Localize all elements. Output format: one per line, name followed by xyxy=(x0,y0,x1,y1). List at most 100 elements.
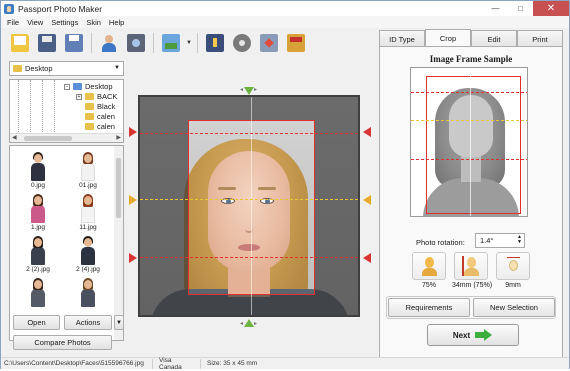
bottom-center-marker-icon[interactable] xyxy=(244,319,254,327)
new-selection-button[interactable]: New Selection xyxy=(473,298,555,317)
layout-button[interactable] xyxy=(283,30,309,56)
film-icon xyxy=(233,34,251,52)
head-size-button[interactable] xyxy=(412,252,446,280)
thumbnail-item[interactable]: 01.jpg xyxy=(66,151,110,189)
tree-horizontal-scrollbar[interactable]: ◀ ▶ xyxy=(10,133,123,142)
tab-print[interactable]: Print xyxy=(517,30,563,47)
thumbnail-image xyxy=(79,235,97,265)
tree-item-back[interactable]: + BACK xyxy=(76,92,117,101)
folder-tree[interactable]: − Desktop + BACK Black calen calen ◀ ▶ xyxy=(9,79,124,143)
chevron-down-icon[interactable]: ▼ xyxy=(185,30,193,56)
help-book-button[interactable] xyxy=(202,30,228,56)
status-bar: C:\Users\Content\Desktop\Faces\515596766… xyxy=(1,357,569,371)
eye-marker-right-icon[interactable] xyxy=(363,195,371,205)
scrollbar-thumb[interactable] xyxy=(24,136,72,141)
arrow-right-icon[interactable]: ▸ xyxy=(254,87,257,93)
portrait-photo xyxy=(140,97,358,315)
arrow-right-icon[interactable]: ▸ xyxy=(254,321,257,327)
chevron-down-icon: ▼ xyxy=(114,65,120,71)
window-title: Passport Photo Maker xyxy=(18,3,103,14)
sample-title: Image Frame Sample xyxy=(429,54,513,64)
thumbnail-image xyxy=(79,277,97,307)
location-dropdown[interactable]: Desktop ▼ xyxy=(9,61,124,76)
arrow-left-icon[interactable]: ◂ xyxy=(240,321,243,327)
collapse-icon[interactable]: − xyxy=(64,83,70,90)
photo-preview[interactable] xyxy=(138,95,360,317)
thumbnail-item[interactable]: 0.jpg xyxy=(16,151,60,189)
head-measure-icon xyxy=(462,256,480,276)
maximize-button[interactable]: □ xyxy=(508,1,533,16)
menu-help[interactable]: Help xyxy=(105,18,128,27)
thumbnail-item[interactable]: 11.jpg xyxy=(66,193,110,231)
arrow-left-icon[interactable]: ◂ xyxy=(240,87,243,93)
thumbnail-image xyxy=(29,277,47,307)
next-button[interactable]: Next xyxy=(427,324,519,346)
menu-file[interactable]: File xyxy=(1,18,23,27)
crop-tab-content: Image Frame Sample Photo rotation: 1.4° … xyxy=(379,46,563,359)
actions-button[interactable]: Actions xyxy=(64,315,112,330)
video-button[interactable] xyxy=(229,30,255,56)
tab-id-type[interactable]: ID Type xyxy=(379,30,425,47)
save-button[interactable] xyxy=(34,30,60,56)
open-folder-icon xyxy=(11,34,29,52)
chin-marker-right-icon[interactable] xyxy=(363,253,371,263)
book-icon xyxy=(206,34,224,52)
tree-item-label: BACK xyxy=(97,92,118,101)
thumbnail-label: 11.jpg xyxy=(79,224,97,231)
requirements-button[interactable]: Requirements xyxy=(388,298,470,317)
image-frame-sample xyxy=(410,67,528,217)
open-folder-button[interactable] xyxy=(7,30,33,56)
crown-marker-left-icon[interactable] xyxy=(129,127,137,137)
tree-item-label: Black xyxy=(97,102,116,111)
sample-center-line xyxy=(470,68,471,216)
scroll-right-icon[interactable]: ▶ xyxy=(116,134,121,141)
print-button[interactable] xyxy=(61,30,87,56)
compare-photos-button[interactable]: Compare Photos xyxy=(13,335,112,350)
head-measure-button[interactable] xyxy=(454,252,488,280)
thumbnail-image xyxy=(79,193,97,223)
eye-marker-left-icon[interactable] xyxy=(129,195,137,205)
tree-item-black[interactable]: Black xyxy=(85,102,115,111)
thumbnail-item[interactable] xyxy=(66,277,110,308)
crown-marker-right-icon[interactable] xyxy=(363,127,371,137)
expand-icon[interactable]: + xyxy=(76,93,82,100)
chin-marker-left-icon[interactable] xyxy=(129,253,137,263)
tab-edit[interactable]: Edit xyxy=(471,30,517,47)
person-button[interactable] xyxy=(96,30,122,56)
menu-view[interactable]: View xyxy=(23,18,47,27)
photo-enhance-icon xyxy=(162,34,180,52)
status-file-path: C:\Users\Content\Desktop\Faces\515596766… xyxy=(1,358,153,369)
actions-menu-button[interactable]: ▼ xyxy=(114,315,124,330)
tree-item-desktop[interactable]: − Desktop xyxy=(64,82,113,91)
print-icon xyxy=(65,34,83,52)
tree-item-calen-2[interactable]: calen xyxy=(85,122,115,131)
thumbnail-item[interactable]: 2 (4).jpg xyxy=(66,235,110,273)
thumbnail-list[interactable]: 0.jpg 01.jpg 1.jpg 11.jpg 2 (2).jpg 2 (4… xyxy=(9,145,124,341)
photo-enhance-button[interactable] xyxy=(158,30,184,56)
photo-rotation-label: Photo rotation: xyxy=(416,238,465,247)
thumbnail-item[interactable]: 1.jpg xyxy=(16,193,60,231)
thumbnail-label: 1.jpg xyxy=(30,224,46,231)
cut-button[interactable] xyxy=(256,30,282,56)
toolbar-separator xyxy=(197,33,198,53)
crown-gap-button[interactable] xyxy=(496,252,530,280)
tree-item-calen[interactable]: calen xyxy=(85,112,115,121)
thumbnail-vertical-scrollbar[interactable] xyxy=(114,146,123,340)
menu-skin[interactable]: Skin xyxy=(82,18,105,27)
scroll-left-icon[interactable]: ◀ xyxy=(12,134,17,141)
thumbnail-item[interactable]: 2 (2).jpg xyxy=(16,235,60,273)
spinner-icon[interactable]: ▲ ▼ xyxy=(517,235,522,245)
close-button[interactable]: ✕ xyxy=(533,1,569,16)
head-size-label: 75% xyxy=(421,282,436,289)
thumbnail-item[interactable] xyxy=(16,277,60,308)
tab-crop[interactable]: Crop xyxy=(425,29,471,47)
location-value: Desktop xyxy=(25,64,53,73)
tree-guide-line xyxy=(30,80,31,132)
minimize-button[interactable]: — xyxy=(483,1,508,16)
photo-rotation-input[interactable]: 1.4° ▲ ▼ xyxy=(475,233,525,248)
camera-button[interactable] xyxy=(123,30,149,56)
top-center-marker-icon[interactable] xyxy=(244,87,254,95)
open-button[interactable]: Open xyxy=(13,315,60,330)
menu-settings[interactable]: Settings xyxy=(47,18,82,27)
scrollbar-thumb[interactable] xyxy=(116,158,121,218)
